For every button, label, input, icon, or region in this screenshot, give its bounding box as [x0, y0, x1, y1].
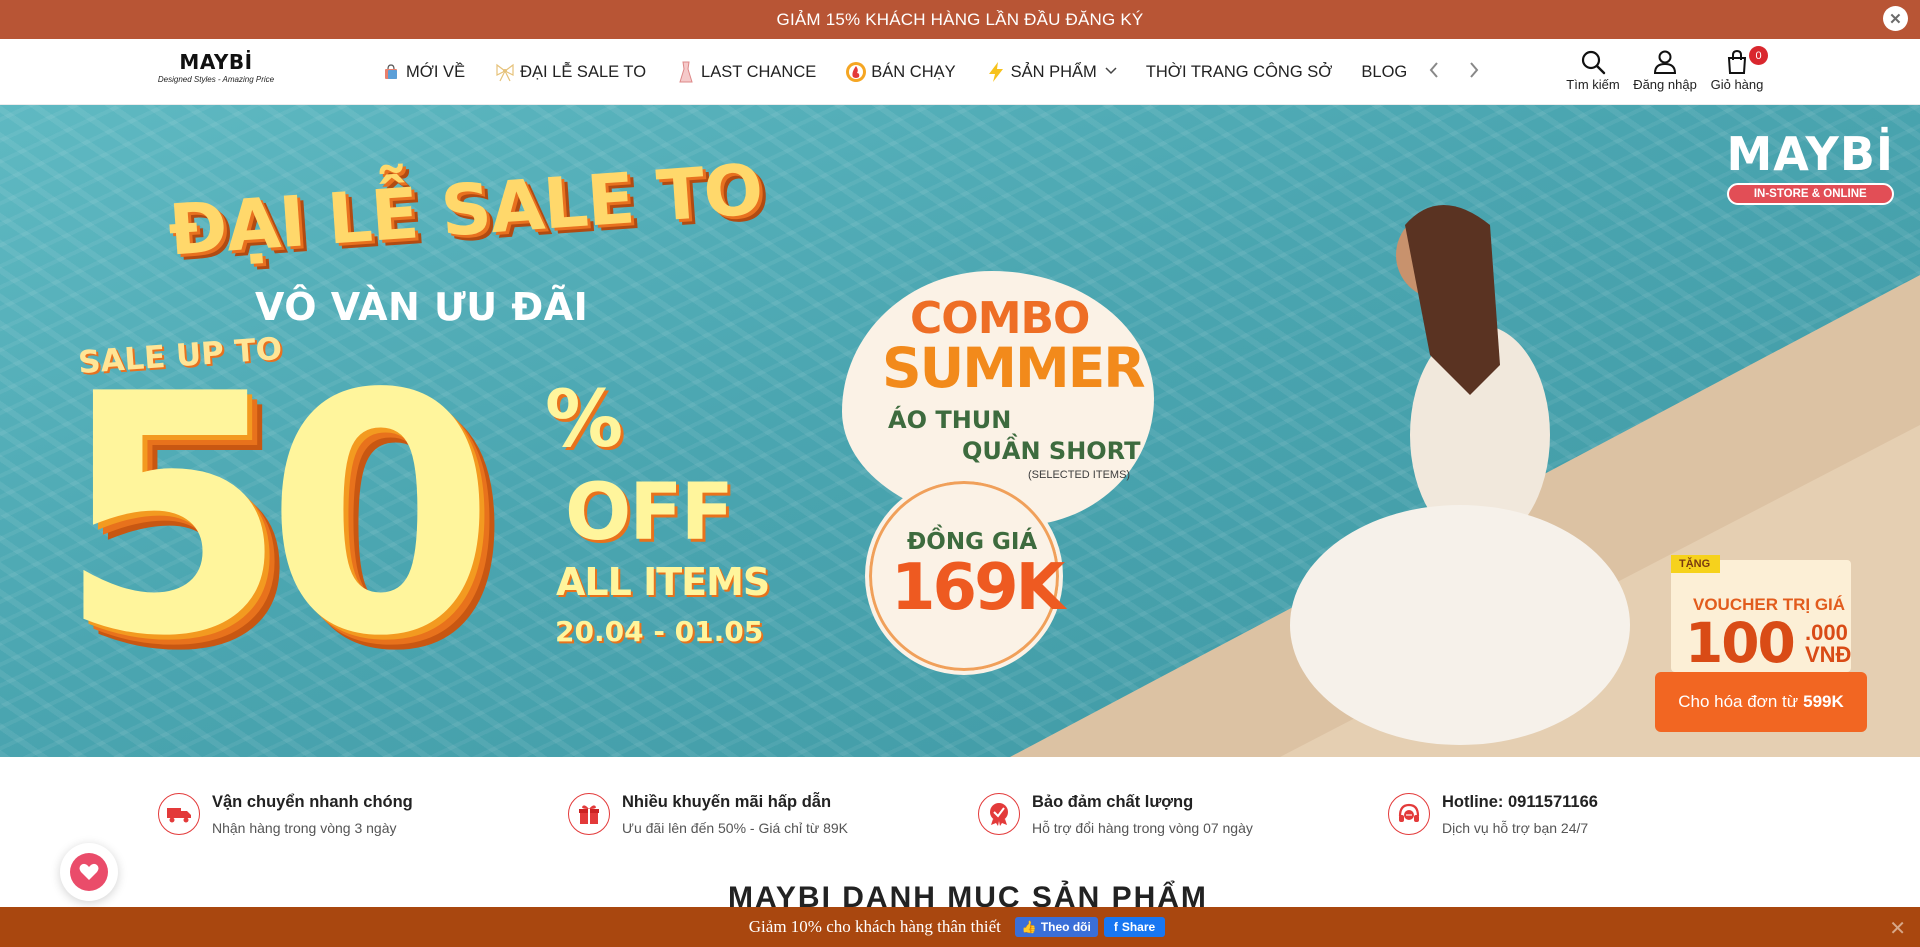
nav-item-thoi-trang-cong-so[interactable]: THỜI TRANG CÔNG SỞ — [1146, 63, 1333, 82]
nav-label: THỜI TRANG CÔNG SỞ — [1145, 62, 1333, 81]
thumbs-up-icon: 👍 — [1021, 920, 1037, 934]
voucher-amount-suffix-2: VNĐ — [1805, 642, 1852, 667]
combo-line-5: (SELECTED ITEMS) — [1028, 469, 1131, 481]
cart-icon — [1727, 49, 1747, 74]
headset-icon — [1388, 793, 1430, 835]
nav-item-ban-chay[interactable]: BÁN CHẠY — [845, 61, 956, 83]
feature-title: Vận chuyển nhanh chóng — [212, 793, 413, 811]
truck-icon — [158, 793, 200, 835]
voucher-amount-suffix-1: .000 — [1805, 620, 1848, 645]
voucher-condition-amount: 599K — [1803, 692, 1844, 711]
login-label: Đăng nhập — [1633, 77, 1697, 92]
voucher-condition: Cho hóa đơn từ — [1678, 692, 1799, 711]
nav-label: LAST CHANCE — [701, 62, 817, 81]
nav-arrows — [1424, 61, 1484, 84]
hero-off: OFF — [565, 468, 734, 558]
nav-next-button[interactable] — [1464, 61, 1484, 84]
search-icon — [1581, 50, 1606, 75]
nav-item-dai-le-sale-to[interactable]: ĐẠI LỄ SALE TO — [494, 61, 646, 83]
feature-title: Nhiều khuyến mãi hấp dẫn — [622, 793, 832, 811]
combo-line-4: QUẦN SHORT — [962, 437, 1141, 465]
logo-tagline: Designed Styles - Amazing Price — [157, 75, 275, 84]
voucher-promo: TẶNG VOUCHER TRỊ GIÁ 100 .000 VNĐ Cho hó… — [1655, 555, 1867, 735]
feature-hotline: Hotline: 0911571166 Dịch vụ hỗ trợ bạn 2… — [1388, 793, 1598, 836]
site-logo[interactable]: MAYBİ Designed Styles - Amazing Price — [156, 50, 276, 84]
feature-quality: Bảo đảm chất lượng Hỗ trợ đổi hàng trong… — [978, 793, 1253, 836]
nav-item-last-chance[interactable]: LAST CHANCE — [675, 61, 816, 83]
nav-label: BLOG — [1361, 62, 1408, 81]
facebook-icon: f — [1113, 920, 1118, 934]
combo-price-circle: ĐỒNG GIÁ 169K — [865, 477, 1065, 675]
voucher-amount: 100 — [1685, 611, 1796, 675]
hero-logo-pill: IN-STORE & ONLINE — [1726, 183, 1894, 205]
top-promo-text: GIẢM 15% KHÁCH HÀNG LẦN ĐẦU ĐĂNG KÝ — [776, 9, 1144, 29]
site-header: MAYBİ Designed Styles - Amazing Price MỚ… — [0, 39, 1920, 105]
hero-all-items: ALL ITEMS — [556, 560, 770, 604]
follow-label: Theo dõi — [1040, 920, 1091, 934]
cart-count-badge: 0 — [1749, 46, 1768, 65]
facebook-share-button[interactable]: f Share — [1103, 917, 1166, 937]
combo-line-3: ÁO THUN — [888, 406, 1012, 434]
logo-brand: MAYBİ — [179, 50, 253, 74]
hero-percent: % — [545, 375, 624, 465]
hero-logo-brand: MAYBİ — [1726, 127, 1894, 181]
bottom-promo-bar: Giảm 10% cho khách hàng thân thiết 👍 The… — [0, 907, 1920, 947]
close-bottom-bar-button[interactable]: ✕ — [1889, 916, 1906, 941]
nav-item-san-pham[interactable]: SẢN PHẨM — [985, 61, 1117, 83]
hot-badge-icon — [845, 61, 867, 83]
hero-date-range: 20.04 - 01.05 — [555, 615, 764, 648]
nav-prev-button[interactable] — [1424, 61, 1444, 84]
chevron-left-icon — [1429, 62, 1438, 78]
user-icon — [1653, 50, 1677, 74]
lightning-icon — [985, 61, 1007, 83]
main-nav: MỚI VỀ ĐẠI LỄ SALE TO LAST CHANCE BÁN CH… — [380, 39, 1436, 105]
nav-label: BÁN CHẠY — [871, 62, 956, 81]
quality-badge-icon — [978, 793, 1020, 835]
feature-shipping: Vận chuyển nhanh chóng Nhận hàng trong v… — [158, 793, 413, 836]
nav-label: SẢN PHẨM — [1010, 62, 1097, 81]
hero-banner[interactable]: MAYBİ IN-STORE & ONLINE ĐẠI LỄ SALE TO V… — [0, 105, 1920, 757]
facebook-follow-button[interactable]: 👍 Theo dõi — [1014, 917, 1098, 937]
feature-title: Hotline: 0911571166 — [1442, 793, 1598, 811]
cart-label: Giỏ hàng — [1710, 77, 1764, 92]
heart-icon — [70, 853, 108, 891]
feature-subtitle: Dịch vụ hỗ trợ bạn 24/7 — [1442, 820, 1589, 836]
nav-label: MỚI VỀ — [406, 62, 466, 81]
chevron-down-icon — [1105, 66, 1117, 78]
feature-title: Bảo đảm chất lượng — [1032, 793, 1194, 811]
voucher-amount-suffix: .000 VNĐ — [1805, 622, 1851, 666]
feature-subtitle: Ưu đãi lên đến 50% - Giá chỉ từ 89K — [622, 820, 849, 836]
wishlist-float-button[interactable] — [60, 843, 118, 901]
feature-subtitle: Nhận hàng trong vòng 3 ngày — [212, 820, 397, 836]
hero-subtitle: VÔ VÀN ƯU ĐÃI — [255, 285, 589, 329]
dress-icon — [675, 61, 697, 83]
header-actions: Tìm kiếm Đăng nhập 0 Giỏ hàng — [1560, 46, 1770, 92]
share-label: Share — [1121, 920, 1156, 934]
feature-subtitle: Hỗ trợ đổi hàng trong vòng 07 ngày — [1032, 820, 1253, 836]
login-button[interactable]: Đăng nhập — [1632, 49, 1698, 92]
shopping-bag-icon — [380, 61, 402, 83]
features-section: Vận chuyển nhanh chóng Nhận hàng trong v… — [0, 757, 1920, 914]
nav-item-moi-ve[interactable]: MỚI VỀ — [380, 61, 465, 83]
voucher-condition-bar: Cho hóa đơn từ 599K — [1655, 672, 1867, 732]
search-button[interactable]: Tìm kiếm — [1560, 49, 1626, 92]
feature-promotions: Nhiều khuyến mãi hấp dẫn Ưu đãi lên đến … — [568, 793, 848, 836]
nav-label: ĐẠI LỄ SALE TO — [520, 62, 647, 81]
close-promo-button[interactable]: ✕ — [1883, 6, 1908, 31]
combo-line-2: SUMMER — [882, 336, 1146, 400]
bow-icon — [494, 61, 516, 83]
nav-item-blog[interactable]: BLOG — [1361, 63, 1407, 82]
hero-big-number: 50 — [58, 324, 495, 708]
voucher-tag: TẶNG — [1671, 555, 1721, 573]
bottom-promo-text: Giảm 10% cho khách hàng thân thiết — [748, 917, 1001, 936]
gift-icon — [568, 793, 610, 835]
top-promo-bar: GIẢM 15% KHÁCH HÀNG LẦN ĐẦU ĐĂNG KÝ ✕ — [0, 0, 1920, 39]
cart-button[interactable]: 0 Giỏ hàng — [1704, 46, 1770, 92]
search-label: Tìm kiếm — [1566, 77, 1620, 92]
combo-price: 169K — [891, 551, 1065, 625]
hero-logo: MAYBİ IN-STORE & ONLINE — [1726, 127, 1894, 205]
chevron-right-icon — [1470, 62, 1479, 78]
